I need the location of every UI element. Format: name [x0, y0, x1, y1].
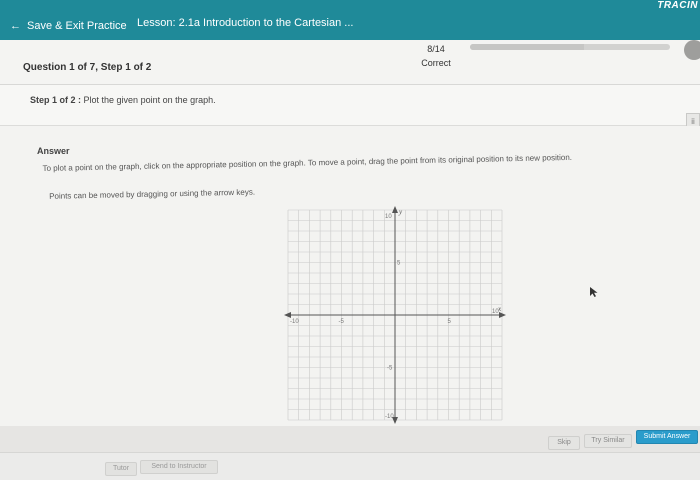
answer-instructions: To plot a point on the graph, click on t… — [42, 128, 692, 201]
back-arrow-icon: ← — [10, 20, 21, 32]
tick-label-y-pos5: 5 — [397, 261, 401, 267]
step-bar: Step 1 of 2 : Plot the given point on th… — [0, 85, 700, 126]
progress-bar — [470, 44, 670, 50]
step-instruction: Step 1 of 2 : Plot the given point on th… — [30, 95, 216, 105]
top-bar: ← Save & Exit Practice Lesson: 2.1a Intr… — [0, 0, 700, 40]
progress-fill — [470, 44, 584, 50]
submit-answer-button[interactable]: Submit Answer — [636, 430, 698, 444]
tick-label-x-max: 10 — [492, 309, 499, 315]
x-axis-left-arrow-icon — [284, 312, 291, 318]
question-bar: Question 1 of 7, Step 1 of 2 8/14 Correc… — [0, 40, 700, 85]
y-axis-label: y — [398, 208, 403, 216]
y-axis-up-arrow-icon — [392, 206, 398, 213]
send-to-instructor-button[interactable]: Send to Instructor — [140, 460, 218, 474]
instruction-text: To plot a point on the graph, click on t… — [42, 152, 573, 173]
mouse-cursor-icon — [590, 287, 598, 297]
try-similar-button[interactable]: Try Similar — [584, 434, 632, 448]
step-text: Plot the given point on the graph. — [83, 95, 216, 105]
tick-label-y-min: -10 — [385, 414, 394, 420]
hint-text: Points can be moved by dragging or using… — [49, 187, 256, 201]
tick-label-y-neg5: -5 — [387, 366, 393, 372]
answer-title: Answer — [37, 146, 70, 156]
axes — [284, 206, 506, 424]
save-exit-label: Save & Exit Practice — [27, 20, 127, 32]
score-value: 8/14 — [427, 44, 445, 54]
correct-status: Correct — [421, 58, 451, 68]
tick-label-x-pos5: 5 — [448, 319, 452, 325]
bottom-bar: Tutor Send to Instructor — [0, 452, 700, 480]
tutor-button[interactable]: Tutor — [105, 462, 137, 476]
tick-label-x-min: -10 — [290, 319, 299, 325]
brand-logo: TRACIN — [657, 0, 698, 11]
question-label: Question 1 of 7, Step 1 of 2 — [23, 62, 152, 73]
tick-label-y-max: 10 — [385, 214, 392, 220]
coordinate-graph[interactable]: x y -10 -5 5 10 10 5 -5 -10 — [280, 200, 510, 430]
step-prefix: Step 1 of 2 : — [30, 95, 82, 105]
tick-label-x-neg5: -5 — [339, 319, 345, 325]
save-exit-button[interactable]: ← Save & Exit Practice — [10, 20, 127, 32]
avatar[interactable] — [684, 40, 700, 60]
score-status: 8/14 Correct — [418, 42, 454, 70]
skip-button[interactable]: Skip — [548, 436, 580, 450]
lesson-title: Lesson: 2.1a Introduction to the Cartesi… — [137, 17, 354, 29]
